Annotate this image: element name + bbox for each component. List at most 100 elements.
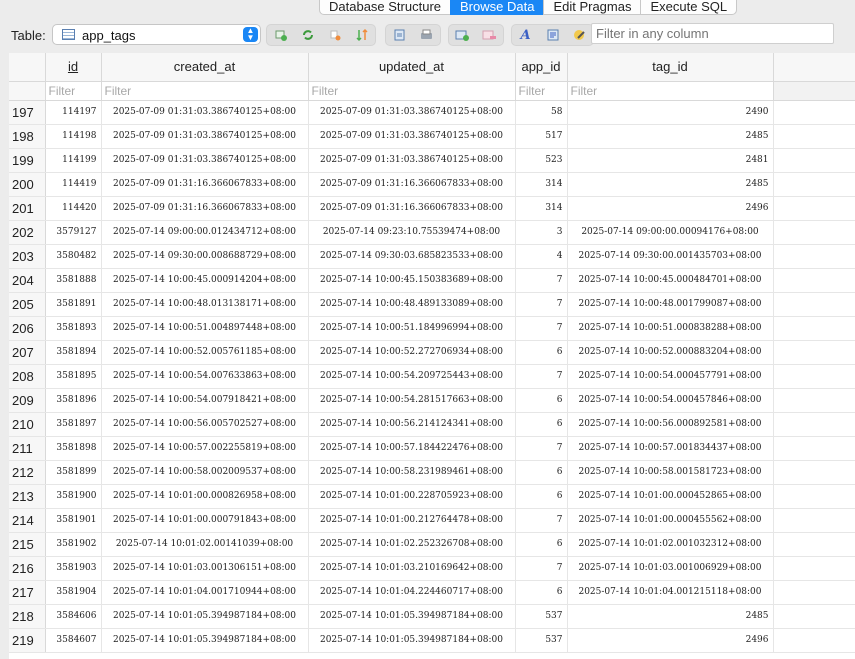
cell-id[interactable]: 3581901 [45,508,102,533]
cell-id[interactable]: 3584607 [45,628,102,653]
column-header-created-at[interactable]: created_at [101,53,309,82]
cell-tag-id[interactable]: 2485 [567,124,774,149]
cell-tag-id[interactable]: 2025-07-14 10:01:00.000452865+08:00 [567,484,774,509]
table-row[interactable]: 212 3581899 2025-07-14 10:00:58.002009537+… [9,460,855,485]
cell-id[interactable]: 114198 [45,124,102,149]
cell-tag-id[interactable]: 2025-07-14 10:01:04.001215118+08:00 [567,580,774,605]
cell-created-at[interactable]: 2025-07-09 01:31:16.366067833+08:00 [101,172,309,197]
cell-updated-at[interactable]: 2025-07-14 09:23:10.75539474+08:00 [308,220,516,245]
table-row[interactable]: 211 3581898 2025-07-14 10:00:57.002255819+… [9,436,855,461]
row-number[interactable]: 207 [9,340,46,365]
cell-app-id[interactable]: 6 [515,412,568,437]
cell-tag-id[interactable]: 2025-07-14 10:00:48.001799087+08:00 [567,292,774,317]
font-button[interactable]: A [512,25,539,45]
row-number[interactable]: 212 [9,460,46,485]
row-number[interactable]: 213 [9,484,46,509]
cell-tag-id[interactable]: 2025-07-14 10:00:52.000883204+08:00 [567,340,774,365]
cell-created-at[interactable]: 2025-07-14 10:00:52.005761185+08:00 [101,340,309,365]
filter-input-updated-at[interactable] [308,81,514,99]
row-number[interactable]: 199 [9,148,46,173]
table-row[interactable]: 216 3581903 2025-07-14 10:01:03.001306151+… [9,556,855,581]
cell-id[interactable]: 3581893 [45,316,102,341]
table-row[interactable]: 217 3581904 2025-07-14 10:01:04.001710944+… [9,580,855,605]
row-number[interactable]: 209 [9,388,46,413]
cell-app-id[interactable]: 7 [515,436,568,461]
row-number[interactable]: 202 [9,220,46,245]
cell-app-id[interactable]: 7 [515,364,568,389]
cell-updated-at[interactable]: 2025-07-14 10:00:48.489133089+08:00 [308,292,516,317]
cell-app-id[interactable]: 6 [515,580,568,605]
row-number[interactable]: 204 [9,268,46,293]
cell-created-at[interactable]: 2025-07-14 10:01:00.000826958+08:00 [101,484,309,509]
cell-id[interactable]: 114199 [45,148,102,173]
refresh-button[interactable] [267,25,294,45]
cell-id[interactable]: 3581897 [45,412,102,437]
table-row[interactable]: 207 3581894 2025-07-14 10:00:52.005761185+… [9,340,855,365]
cell-app-id[interactable]: 4 [515,244,568,269]
table-row[interactable]: 203 3580482 2025-07-14 09:30:00.008688729+… [9,244,855,269]
cell-app-id[interactable]: 7 [515,268,568,293]
cell-created-at[interactable]: 2025-07-14 10:01:03.001306151+08:00 [101,556,309,581]
row-number[interactable]: 217 [9,580,46,605]
encoding-button[interactable] [539,25,566,45]
cell-id[interactable]: 3581896 [45,388,102,413]
cell-tag-id[interactable]: 2025-07-14 10:01:00.000455562+08:00 [567,508,774,533]
cell-id[interactable]: 3581891 [45,292,102,317]
row-number[interactable]: 216 [9,556,46,581]
cell-id[interactable]: 3584606 [45,604,102,629]
cell-app-id[interactable]: 58 [515,100,568,125]
row-number[interactable]: 214 [9,508,46,533]
cell-updated-at[interactable]: 2025-07-14 10:01:00.212764478+08:00 [308,508,516,533]
cell-updated-at[interactable]: 2025-07-14 10:01:05.394987184+08:00 [308,604,516,629]
cell-created-at[interactable]: 2025-07-09 01:31:03.386740125+08:00 [101,100,309,125]
cell-app-id[interactable]: 523 [515,148,568,173]
insert-record-button[interactable] [449,25,476,45]
cell-tag-id[interactable]: 2025-07-14 09:30:00.001435703+08:00 [567,244,774,269]
row-number[interactable]: 211 [9,436,46,461]
table-row[interactable]: 218 3584606 2025-07-14 10:01:05.394987184+… [9,604,855,629]
delete-record-button[interactable] [476,25,503,45]
cell-created-at[interactable]: 2025-07-09 01:31:03.386740125+08:00 [101,124,309,149]
cell-created-at[interactable]: 2025-07-14 10:00:56.005702527+08:00 [101,412,309,437]
filter-input-app-id[interactable] [515,81,566,99]
filter-input-id[interactable] [45,81,100,99]
save-table-as-button[interactable] [386,25,413,45]
cell-app-id[interactable]: 537 [515,604,568,629]
cell-id[interactable]: 114197 [45,100,102,125]
table-row[interactable]: 199 114199 2025-07-09 01:31:03.386740125+0… [9,148,855,173]
column-header-updated-at[interactable]: updated_at [308,53,516,82]
cell-id[interactable]: 3580482 [45,244,102,269]
table-row[interactable]: 209 3581896 2025-07-14 10:00:54.007918421+… [9,388,855,413]
sort-button[interactable] [348,25,375,45]
cell-updated-at[interactable]: 2025-07-14 10:01:00.228705923+08:00 [308,484,516,509]
row-number[interactable]: 210 [9,412,46,437]
cell-updated-at[interactable]: 2025-07-14 10:00:52.272706934+08:00 [308,340,516,365]
cell-updated-at[interactable]: 2025-07-09 01:31:03.386740125+08:00 [308,100,516,125]
cell-app-id[interactable]: 314 [515,196,568,221]
cell-tag-id[interactable]: 2496 [567,628,774,653]
cell-updated-at[interactable]: 2025-07-14 10:01:03.210169642+08:00 [308,556,516,581]
table-row[interactable]: 198 114198 2025-07-09 01:31:03.386740125+0… [9,124,855,149]
table-row[interactable]: 205 3581891 2025-07-14 10:00:48.013138171+… [9,292,855,317]
cell-tag-id[interactable]: 2485 [567,172,774,197]
table-row[interactable]: 204 3581888 2025-07-14 10:00:45.000914204+… [9,268,855,293]
cell-app-id[interactable]: 537 [515,628,568,653]
cell-tag-id[interactable]: 2025-07-14 10:00:54.000457791+08:00 [567,364,774,389]
cell-tag-id[interactable]: 2490 [567,100,774,125]
cell-app-id[interactable]: 6 [515,484,568,509]
cell-created-at[interactable]: 2025-07-14 10:00:54.007918421+08:00 [101,388,309,413]
row-number[interactable]: 218 [9,604,46,629]
cell-tag-id[interactable]: 2485 [567,604,774,629]
cell-tag-id[interactable]: 2025-07-14 10:00:45.000484701+08:00 [567,268,774,293]
row-number[interactable]: 219 [9,628,46,653]
set-value-button[interactable] [566,25,593,45]
cell-created-at[interactable]: 2025-07-14 10:00:57.002255819+08:00 [101,436,309,461]
cell-created-at[interactable]: 2025-07-14 10:00:48.013138171+08:00 [101,292,309,317]
cell-tag-id[interactable]: 2481 [567,148,774,173]
cell-updated-at[interactable]: 2025-07-14 10:01:05.394987184+08:00 [308,628,516,653]
cell-app-id[interactable]: 7 [515,556,568,581]
cell-id[interactable]: 3581902 [45,532,102,557]
cell-updated-at[interactable]: 2025-07-14 10:01:02.252326708+08:00 [308,532,516,557]
row-number[interactable]: 203 [9,244,46,269]
cell-app-id[interactable]: 7 [515,508,568,533]
